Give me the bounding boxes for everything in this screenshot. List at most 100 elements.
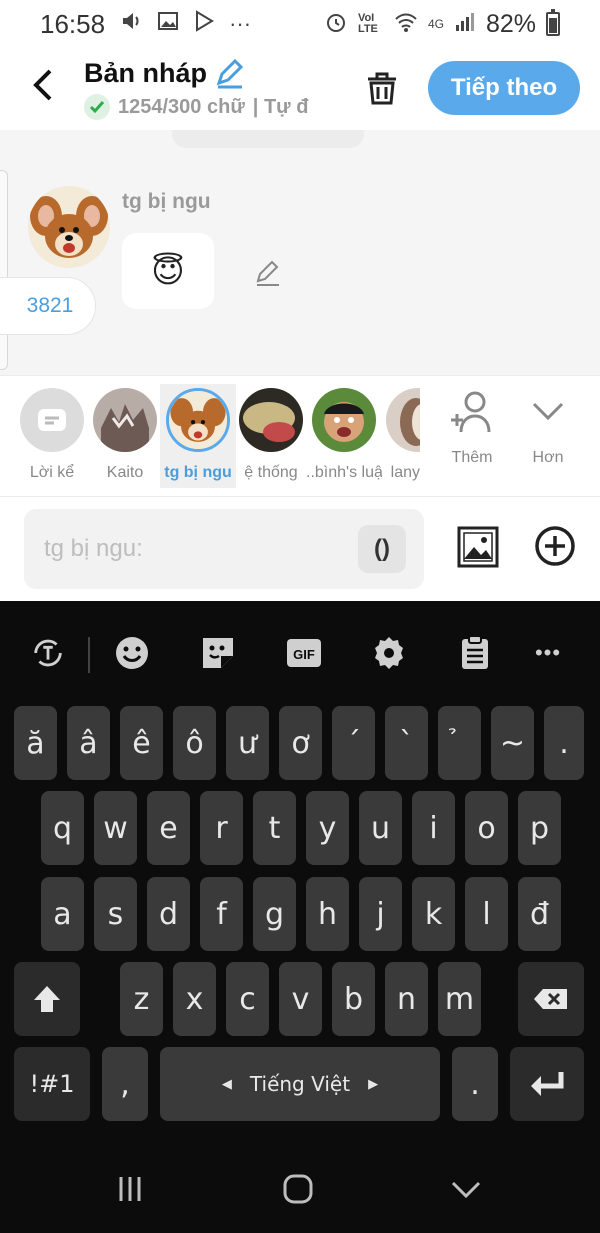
edit-title-pencil-icon[interactable]	[214, 58, 246, 90]
system-nav-bar	[0, 1141, 600, 1233]
key[interactable]: x	[173, 962, 216, 1036]
key[interactable]: h	[306, 877, 349, 951]
key[interactable]: o	[465, 791, 508, 865]
emoji-icon[interactable]	[114, 635, 150, 671]
sticker-icon[interactable]	[200, 635, 236, 671]
character-avatar	[386, 388, 420, 452]
character-lany[interactable]: lany	[370, 384, 420, 488]
key[interactable]: ă	[14, 706, 57, 780]
key[interactable]: s	[94, 877, 137, 951]
hide-keyboard-icon[interactable]	[446, 1171, 486, 1207]
battery-percent: 82%	[485, 9, 536, 38]
key[interactable]: đ	[518, 877, 561, 951]
key[interactable]: ê	[120, 706, 163, 780]
key[interactable]: u	[359, 791, 402, 865]
key[interactable]: ̉	[438, 706, 481, 780]
space-label: Tiếng Việt	[249, 1072, 351, 1096]
key[interactable]: y	[306, 791, 349, 865]
delete-button[interactable]	[362, 68, 402, 108]
space-key[interactable]: ◀ Tiếng Việt ▶	[160, 1047, 440, 1121]
character-tg-bi-ngu[interactable]: tg bị ngu	[160, 384, 236, 488]
insert-image-button[interactable]	[456, 525, 500, 569]
speaker-avatar[interactable]	[28, 186, 110, 268]
parentheses-button[interactable]: ()	[358, 525, 406, 573]
add-character-button[interactable]: Thêm	[442, 390, 502, 467]
key[interactable]: l	[465, 877, 508, 951]
clipboard-icon[interactable]	[457, 635, 493, 671]
symbols-key[interactable]: !#1	[14, 1047, 90, 1121]
key[interactable]: q	[41, 791, 84, 865]
key[interactable]: `	[385, 706, 428, 780]
shift-key[interactable]	[14, 962, 80, 1036]
settings-gear-icon[interactable]	[371, 635, 407, 671]
key[interactable]: .	[544, 706, 584, 780]
key[interactable]: r	[200, 791, 243, 865]
key[interactable]: z	[120, 962, 163, 1036]
character-narrator[interactable]: Lời kể	[14, 384, 90, 488]
next-button[interactable]: Tiếp theo	[428, 61, 580, 115]
more-dots-icon: ···	[229, 11, 252, 36]
more-characters-button[interactable]: Hơn	[518, 390, 578, 467]
key[interactable]: j	[359, 877, 402, 951]
character-label: Lời kể	[29, 464, 75, 481]
status-bar: 16:58 ··· VoI LTE 4G 82%	[0, 0, 600, 48]
key[interactable]: ô	[173, 706, 216, 780]
key[interactable]: g	[253, 877, 296, 951]
edit-message-pencil-icon[interactable]	[253, 258, 283, 288]
shift-arrow-icon	[34, 986, 60, 1012]
key[interactable]: w	[94, 791, 137, 865]
count-pill[interactable]: 3821	[0, 277, 96, 335]
comma-key[interactable]: ,	[102, 1047, 148, 1121]
character-he-thong[interactable]: ệ thống	[233, 384, 309, 488]
key[interactable]: i	[412, 791, 455, 865]
key[interactable]: c	[226, 962, 269, 1036]
character-label: ệ thống	[244, 464, 298, 481]
key[interactable]: t	[253, 791, 296, 865]
recent-apps-icon[interactable]	[110, 1171, 150, 1207]
network-type: 4G	[427, 17, 444, 31]
translate-icon[interactable]	[30, 635, 66, 671]
backspace-key[interactable]	[518, 962, 584, 1036]
header: Bản nháp 1254/300 chữ | Tự đ Tiếp theo	[0, 48, 600, 130]
character-avatar	[166, 388, 230, 452]
key[interactable]: d	[147, 877, 190, 951]
character-kaito[interactable]: Kaito	[87, 384, 163, 488]
more-options-icon[interactable]: •••	[530, 635, 566, 671]
character-strip: Lời kể Kaito tg bị ngu ệ thống ..bình's …	[0, 375, 600, 497]
key[interactable]: ~	[491, 706, 534, 780]
add-button[interactable]	[534, 525, 576, 567]
key[interactable]: p	[518, 791, 561, 865]
period-key[interactable]: .	[452, 1047, 498, 1121]
language-left-arrow-icon: ◀	[221, 1076, 232, 1092]
chat-area: tg bị ngu 😇 3821	[0, 130, 600, 375]
character-label: tg bị ngu	[164, 464, 232, 481]
previous-bubble	[172, 130, 364, 148]
gif-icon[interactable]: GIF	[286, 635, 322, 671]
status-time: 16:58	[40, 8, 106, 39]
key[interactable]: ư	[226, 706, 269, 780]
key[interactable]: b	[332, 962, 375, 1036]
toolbar-divider	[88, 637, 90, 673]
character-avatar	[312, 388, 376, 452]
home-icon[interactable]	[278, 1171, 318, 1207]
word-count-row: 1254/300 chữ | Tự đ	[84, 94, 334, 120]
backspace-icon	[534, 989, 567, 1009]
key[interactable]: â	[67, 706, 110, 780]
back-button[interactable]	[22, 64, 62, 106]
key[interactable]: ơ	[279, 706, 322, 780]
key[interactable]: f	[200, 877, 243, 951]
message-input[interactable]: tg bị ngu: ()	[24, 509, 424, 589]
status-right: VoI LTE 4G 82%	[324, 9, 560, 39]
enter-key[interactable]	[510, 1047, 584, 1121]
key[interactable]: v	[279, 962, 322, 1036]
key[interactable]: a	[41, 877, 84, 951]
page-title: Bản nháp	[84, 58, 208, 88]
message-bubble[interactable]: 😇	[122, 233, 214, 309]
chevron-left-icon	[33, 69, 52, 101]
key[interactable]: e	[147, 791, 190, 865]
key[interactable]: k	[412, 877, 455, 951]
key[interactable]: n	[385, 962, 428, 1036]
key[interactable]: m	[438, 962, 481, 1036]
network-label: VoI LTE	[357, 12, 378, 35]
key[interactable]: ´	[332, 706, 375, 780]
